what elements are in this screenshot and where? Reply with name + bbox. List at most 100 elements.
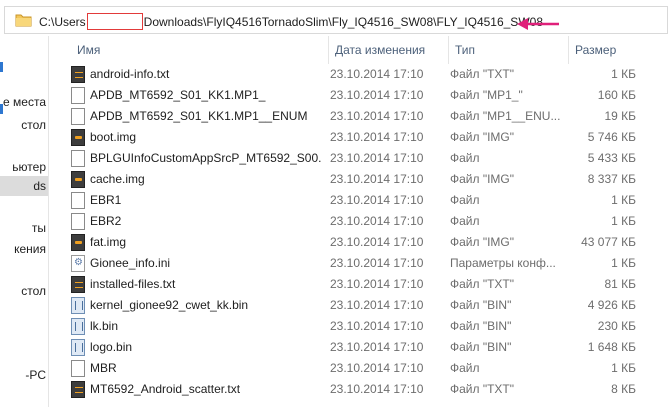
sidebar-item-label: ds — [33, 179, 46, 193]
file-type: Файл — [450, 151, 480, 165]
document-icon — [71, 192, 85, 209]
file-row[interactable]: APDB_MT6592_S01_KK1.MP1_ 23.10.2014 17:10… — [49, 85, 670, 106]
file-type: Файл "MP1_" — [450, 88, 523, 102]
document-icon — [71, 87, 85, 104]
sidebar-item-images[interactable]: кения — [0, 239, 48, 259]
file-name: lk.bin — [90, 319, 119, 333]
file-type: Файл "BIN" — [450, 340, 512, 354]
column-header-type[interactable]: Тип — [449, 36, 569, 64]
file-type: Файл "IMG" — [450, 130, 515, 144]
file-date: 23.10.2014 17:10 — [330, 277, 424, 291]
file-date: 23.10.2014 17:10 — [330, 361, 424, 375]
file-size: 230 КБ — [597, 319, 636, 333]
sidebar-item-label: стол — [21, 284, 46, 298]
sidebar-item-places[interactable]: е места — [0, 92, 48, 112]
file-type: Файл "TXT" — [450, 277, 515, 291]
file-type: Файл "BIN" — [450, 298, 512, 312]
file-name: cache.img — [90, 172, 145, 186]
column-header-name[interactable]: Имя — [71, 36, 329, 64]
file-name: APDB_MT6592_S01_KK1.MP1_ — [90, 88, 266, 102]
file-size: 8 КБ — [611, 382, 636, 396]
file-date: 23.10.2014 17:10 — [330, 382, 424, 396]
file-row[interactable]: cache.img 23.10.2014 17:10 Файл "IMG" 8 337… — [49, 169, 670, 190]
bin-file-icon — [71, 318, 85, 335]
file-row[interactable]: installed-files.txt 23.10.2014 17:10 Файл … — [49, 274, 670, 295]
file-row[interactable]: fat.img 23.10.2014 17:10 Файл "IMG" 43 077 … — [49, 232, 670, 253]
bin-file-icon — [71, 339, 85, 356]
file-row[interactable]: EBR2 23.10.2014 17:10 Файл 1 КБ — [49, 211, 670, 232]
file-row[interactable]: APDB_MT6592_S01_KK1.MP1__ENUM 23.10.2014 … — [49, 106, 670, 127]
sidebar-item-label: кения — [14, 242, 46, 256]
sidebar-item-label: стол — [21, 118, 46, 132]
file-size: 43 077 КБ — [581, 235, 636, 249]
file-date: 23.10.2014 17:10 — [330, 256, 424, 270]
file-date: 23.10.2014 17:10 — [330, 88, 424, 102]
column-header-date[interactable]: Дата изменения — [329, 36, 449, 64]
folder-icon — [15, 14, 32, 27]
file-date: 23.10.2014 17:10 — [330, 298, 424, 312]
file-row[interactable]: MBR 23.10.2014 17:10 Файл 1 КБ — [49, 358, 670, 379]
file-row[interactable]: lk.bin 23.10.2014 17:10 Файл "BIN" 230 КБ — [49, 316, 670, 337]
file-name: android-info.txt — [90, 67, 170, 81]
file-size: 1 КБ — [611, 67, 636, 81]
file-row[interactable]: EBR1 23.10.2014 17:10 Файл 1 КБ — [49, 190, 670, 211]
sidebar-item-label: е места — [3, 95, 46, 109]
file-type: Файл "IMG" — [450, 235, 515, 249]
sidebar-item-pc[interactable]: -PC — [0, 365, 48, 385]
file-type: Файл "TXT" — [450, 67, 515, 81]
path-suffix: Downloads\FlyIQ4516TornadoSlim\Fly_IQ451… — [143, 15, 543, 29]
file-name: installed-files.txt — [90, 277, 176, 291]
file-name: fat.img — [90, 235, 127, 249]
redacted-username — [86, 13, 143, 30]
sidebar-marker-icon — [0, 62, 3, 72]
sidebar-item-label: ты — [31, 221, 46, 235]
bin-file-icon — [71, 297, 85, 314]
file-size: 5 433 КБ — [587, 151, 636, 165]
file-name: MT6592_Android_scatter.txt — [90, 382, 241, 396]
file-row[interactable]: boot.img 23.10.2014 17:10 Файл "IMG" 5 746 … — [49, 127, 670, 148]
txt-file-icon — [71, 276, 85, 293]
sidebar-item-downloads[interactable]: ds — [0, 176, 48, 196]
file-row[interactable]: Gionee_info.ini 23.10.2014 17:10 Параметры… — [49, 253, 670, 274]
file-name: MBR — [90, 361, 117, 375]
path-prefix: C:\Users — [39, 15, 86, 29]
document-icon — [71, 108, 85, 125]
settings-file-icon — [71, 255, 85, 272]
file-name: EBR1 — [90, 193, 122, 207]
sidebar-item-documents[interactable]: ты — [0, 218, 48, 238]
file-date: 23.10.2014 17:10 — [330, 340, 424, 354]
txt-file-icon — [71, 66, 85, 83]
file-row[interactable]: logo.bin 23.10.2014 17:10 Файл "BIN" 1 648 … — [49, 337, 670, 358]
file-size: 1 КБ — [611, 256, 636, 270]
file-type: Файл — [450, 214, 480, 228]
file-size: 8 337 КБ — [587, 172, 636, 186]
file-row[interactable]: BPLGUInfoCustomAppSrcP_MT6592_S00... 23.1… — [49, 148, 670, 169]
file-type: Параметры конф... — [450, 256, 556, 270]
file-name: boot.img — [90, 130, 137, 144]
file-row[interactable]: kernel_gionee92_cwet_kk.bin 23.10.2014 17… — [49, 295, 670, 316]
file-row[interactable]: MT6592_Android_scatter.txt 23.10.2014 17:… — [49, 379, 670, 400]
file-name: APDB_MT6592_S01_KK1.MP1__ENUM — [90, 109, 308, 123]
file-date: 23.10.2014 17:10 — [330, 109, 424, 123]
navigation-pane[interactable]: е места стол ьютер ds ты кения стол -PC — [0, 36, 49, 407]
sidebar-item-computer[interactable]: ьютер — [0, 157, 48, 177]
file-name: Gionee_info.ini — [90, 256, 171, 270]
address-bar[interactable]: C:\Users Downloads\FlyIQ4516TornadoSlim\F… — [4, 6, 668, 34]
file-date: 23.10.2014 17:10 — [330, 214, 424, 228]
pointer-arrow-icon — [517, 18, 559, 30]
sidebar-item-desktop-2[interactable]: стол — [0, 281, 48, 301]
img-file-icon — [71, 234, 85, 251]
file-size: 1 КБ — [611, 361, 636, 375]
column-header-size[interactable]: Размер — [569, 36, 670, 64]
file-date: 23.10.2014 17:10 — [330, 172, 424, 186]
file-date: 23.10.2014 17:10 — [330, 235, 424, 249]
img-file-icon — [71, 129, 85, 146]
file-type: Файл "MP1__ENU... — [450, 109, 561, 123]
address-path[interactable]: C:\Users Downloads\FlyIQ4516TornadoSlim\F… — [39, 13, 543, 30]
file-date: 23.10.2014 17:10 — [330, 130, 424, 144]
file-name: logo.bin — [90, 340, 133, 354]
sidebar-item-desktop[interactable]: стол — [0, 115, 48, 135]
file-type: Файл "TXT" — [450, 382, 515, 396]
file-row[interactable]: android-info.txt 23.10.2014 17:10 Файл "TX… — [49, 64, 670, 85]
file-size: 81 КБ — [604, 277, 636, 291]
